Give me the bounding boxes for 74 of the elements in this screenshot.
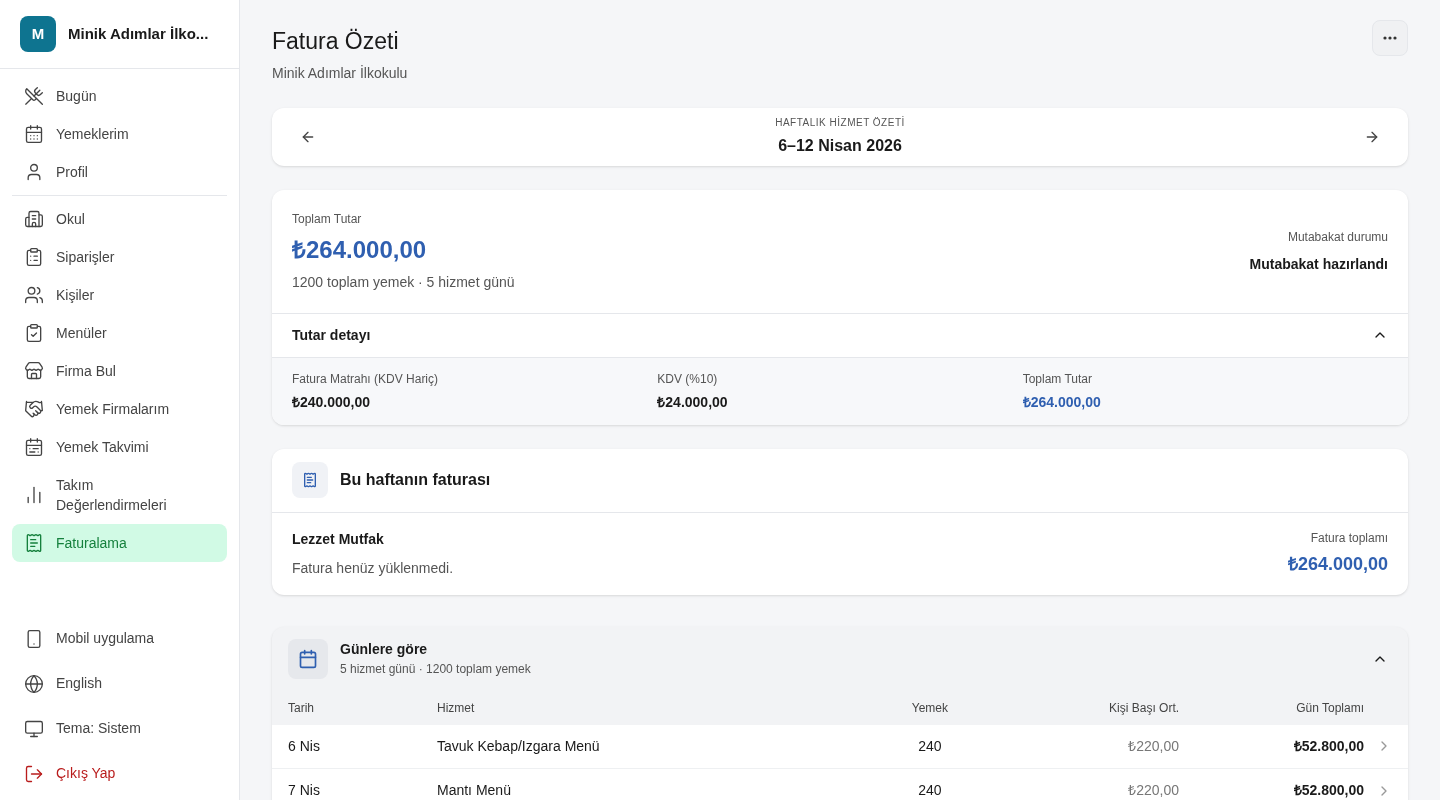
calendar-icon (298, 648, 318, 669)
org-name: Minik Adımlar İlko... (68, 23, 209, 44)
column-header: Yemek (910, 699, 949, 717)
sidebar-item[interactable]: Yemek Takvimi (12, 428, 227, 466)
logout-item[interactable]: Çıkış Yap (12, 751, 227, 796)
sidebar-item[interactable]: Firma Bul (12, 352, 227, 390)
sidebar-item[interactable]: Faturalama (12, 524, 227, 562)
days-meta: 5 hizmet günü · 1200 toplam yemek (340, 661, 531, 678)
users-icon (24, 285, 44, 305)
table-cell: 240 (864, 768, 995, 800)
sidebar-item[interactable]: Yemek Firmalarım (12, 390, 227, 428)
detail-header[interactable]: Tutar detayı (272, 312, 1408, 357)
detail-value: ₺24.000,00 (657, 392, 729, 412)
table-cell: 240 (864, 724, 995, 769)
table-cell: 6 Nis (272, 724, 437, 769)
status-label: Mutabakat durumu (1286, 228, 1388, 246)
invoice-total: ₺264.000,00 (1287, 553, 1388, 576)
column-header: Kişi Başı Ort. (1108, 699, 1180, 717)
invoice-total-label: Fatura toplamı (1309, 530, 1388, 547)
sidebar-item[interactable]: Takım Değerlendirmeleri (12, 466, 227, 524)
week-range: 6–12 Nisan 2026 (777, 136, 903, 156)
receipt-icon (302, 472, 318, 488)
clipboard-check-icon (24, 323, 44, 343)
building-icon (24, 209, 44, 229)
total-meta: 1200 toplam yemek · 5 hizmet günü (292, 272, 515, 292)
sidebar-item[interactable]: Okul (12, 200, 227, 238)
clipboard-list-icon (24, 247, 44, 267)
table-cell: ₺220,00 (994, 768, 1180, 800)
logout-icon (24, 763, 44, 784)
table-cell: ₺220,00 (994, 724, 1180, 769)
calendar-icon (24, 437, 44, 457)
globe-icon (24, 673, 44, 694)
detail-label: KDV (%10) (657, 370, 719, 388)
detail-label: Fatura Matrahı (KDV Hariç) (292, 370, 440, 388)
sidebar-item[interactable]: English (12, 661, 227, 706)
sidebar-item[interactable]: Profil (12, 153, 227, 191)
sidebar-item[interactable]: Siparişler (12, 238, 227, 276)
detail-label: Toplam Tutar (1022, 370, 1094, 388)
more-icon (1383, 36, 1397, 40)
sidebar-item[interactable]: Tema: Sistem (12, 706, 227, 751)
table-cell: ₺52.800,00 (1179, 724, 1364, 769)
org-avatar: M (20, 16, 56, 52)
receipt-icon (24, 533, 44, 553)
total-amount: ₺264.000,00 (292, 234, 428, 265)
table-cell: ₺52.800,00 (1179, 768, 1364, 800)
invoice-note: Fatura henüz yüklenmedi. (292, 558, 454, 578)
table-row[interactable]: 7 Nis Mantı Menü 240 ₺220,00 ₺52.800,00 (272, 768, 1408, 800)
column-header: Gün Toplamı (1295, 699, 1364, 717)
table-row[interactable]: 6 Nis Tavuk Kebap/Izgara Menü 240 ₺220,00 ₺52.800,00 (272, 724, 1408, 769)
store-icon (24, 361, 44, 381)
table-cell: Tavuk Kebap/Izgara Menü (437, 724, 865, 769)
utensils-icon (24, 86, 44, 106)
days-title: Günlere göre (340, 640, 429, 659)
status-value: Mutabakat hazırlandı (1249, 254, 1388, 274)
sidebar-item[interactable]: Kişiler (12, 276, 227, 314)
invoice-title: Bu haftanın faturası (340, 470, 491, 490)
page-subtitle: Minik Adımlar İlkokulu (272, 63, 408, 83)
calendar-icon (24, 124, 44, 144)
total-label: Toplam Tutar (292, 210, 363, 228)
table-cell: Mantı Menü (437, 768, 865, 800)
column-header: Tarih (287, 699, 315, 717)
sidebar-item[interactable]: Yemeklerim (12, 115, 227, 153)
vendor-name: Lezzet Mutfak (292, 529, 385, 549)
detail-value: ₺264.000,00 (1022, 392, 1102, 412)
table-cell: 7 Nis (272, 768, 437, 800)
sidebar-item[interactable]: Bugün (12, 77, 227, 115)
page-title: Fatura Özeti (272, 27, 400, 56)
sidebar-item[interactable]: Menüler (12, 314, 227, 352)
detail-value: ₺240.000,00 (292, 392, 372, 412)
monitor-icon (24, 718, 44, 739)
sidebar-item[interactable]: Mobil uygulama (12, 616, 227, 661)
column-header: Hizmet (437, 699, 476, 717)
handshake-icon (24, 399, 44, 419)
week-caption: HAFTALIK HİZMET ÖZETİ (775, 115, 905, 130)
